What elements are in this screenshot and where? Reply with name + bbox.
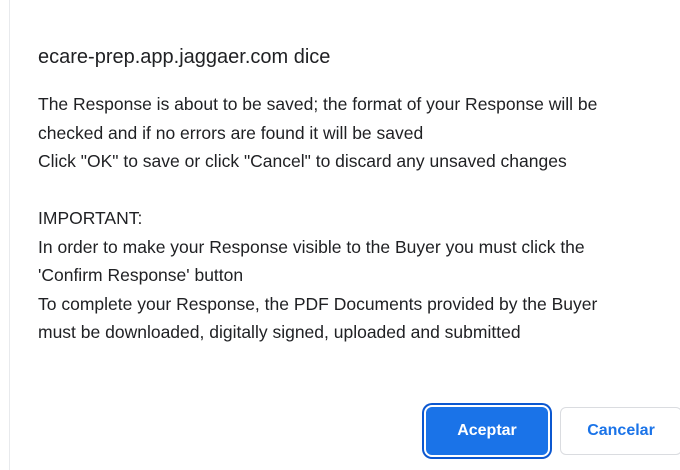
dialog-message: The Response is about to be saved; the f… <box>38 90 674 347</box>
message-line: To complete your Response, the PDF Docum… <box>38 293 598 314</box>
accept-button[interactable]: Aceptar <box>426 407 548 455</box>
dialog-origin-title: ecare-prep.app.jaggaer.com dice <box>38 46 331 68</box>
message-line: The Response is about to be saved; the f… <box>38 94 598 114</box>
message-line: In order to make your Response visible t… <box>38 236 585 257</box>
cancel-button[interactable]: Cancelar <box>560 407 680 455</box>
browser-confirm-dialog: ecare-prep.app.jaggaer.com dice The Resp… <box>0 0 680 470</box>
message-line: 'Confirm Response' button <box>38 265 244 285</box>
message-line: must be downloaded, digitally signed, up… <box>38 322 521 342</box>
dialog-buttons: Aceptar Cancelar <box>426 407 680 457</box>
message-line: IMPORTANT: <box>38 208 143 228</box>
dialog-edge <box>9 0 10 470</box>
message-line-blank <box>38 176 674 205</box>
message-line: Click "OK" to save or click "Cancel" to … <box>38 151 567 171</box>
message-line: checked and if no errors are found it wi… <box>38 122 424 143</box>
